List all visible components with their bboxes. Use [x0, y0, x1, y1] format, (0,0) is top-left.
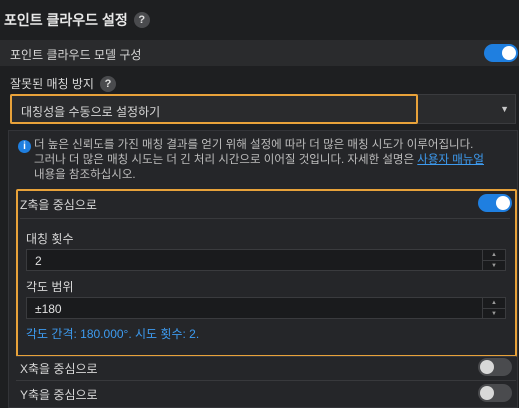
toggle-knob: [480, 386, 494, 400]
count-label: 대칭 횟수: [26, 232, 74, 246]
toggle-knob: [502, 46, 516, 60]
mismatch-label-row: 잘못된 매칭 방지 ?: [10, 75, 116, 92]
info-text: 더 높은 신뢰도를 가진 매칭 결과를 얻기 위해 설정에 따라 더 많은 매칭…: [34, 138, 514, 183]
y-axis-toggle[interactable]: [478, 384, 512, 402]
count-input[interactable]: 2 ▲ ▼: [26, 249, 506, 271]
highlight-frame: [10, 94, 418, 124]
x-axis-toggle[interactable]: [478, 358, 512, 376]
help-icon[interactable]: ?: [133, 12, 150, 28]
stepper-up-icon[interactable]: ▲: [483, 298, 505, 309]
toggle-knob: [480, 360, 494, 374]
range-input[interactable]: ±180 ▲ ▼: [26, 297, 506, 319]
z-axis-label: Z축을 중심으로: [20, 198, 97, 212]
divider: [16, 380, 516, 381]
section-title: 포인트 클라우드 설정 ?: [4, 10, 150, 30]
range-label: 각도 범위: [26, 280, 74, 294]
info-icon: i: [18, 140, 31, 153]
range-value: ±180: [35, 302, 62, 316]
divider: [16, 356, 516, 357]
stepper-down-icon[interactable]: ▼: [483, 309, 505, 319]
model-config-toggle[interactable]: [484, 44, 518, 62]
mismatch-label: 잘못된 매칭 방지: [10, 77, 94, 91]
stepper-down-icon[interactable]: ▼: [483, 261, 505, 271]
info-line-2: 그러나 더 많은 매칭 시도는 더 긴 처리 시간으로 이어질 것입니다. 자세…: [34, 153, 514, 168]
info-line-2-text: 그러나 더 많은 매칭 시도는 더 긴 처리 시간으로 이어질 것입니다. 자세…: [34, 154, 418, 166]
section-title-text: 포인트 클라우드 설정: [4, 12, 128, 28]
interval-note: 각도 간격: 180.000°. 시도 횟수: 2.: [26, 327, 200, 341]
help-icon[interactable]: ?: [99, 75, 116, 92]
chevron-down-icon: ▼: [500, 104, 509, 114]
info-line-1: 더 높은 신뢰도를 가진 매칭 결과를 얻기 위해 설정에 따라 더 많은 매칭…: [34, 139, 474, 151]
divider: [20, 218, 510, 219]
count-value: 2: [35, 254, 42, 268]
manual-link[interactable]: 사용자 매뉴얼: [417, 154, 484, 166]
info-line-3: 내용을 참조하십시오.: [34, 169, 136, 181]
toggle-knob: [496, 196, 510, 210]
y-axis-label: Y축을 중심으로: [20, 388, 98, 402]
x-axis-label: X축을 중심으로: [20, 362, 98, 376]
stepper-up-icon[interactable]: ▲: [483, 250, 505, 261]
count-stepper[interactable]: ▲ ▼: [482, 250, 505, 270]
z-axis-toggle[interactable]: [478, 194, 512, 212]
model-config-label: 포인트 클라우드 모델 구성: [10, 48, 142, 62]
model-config-row: 포인트 클라우드 모델 구성: [0, 40, 519, 66]
range-stepper[interactable]: ▲ ▼: [482, 298, 505, 318]
